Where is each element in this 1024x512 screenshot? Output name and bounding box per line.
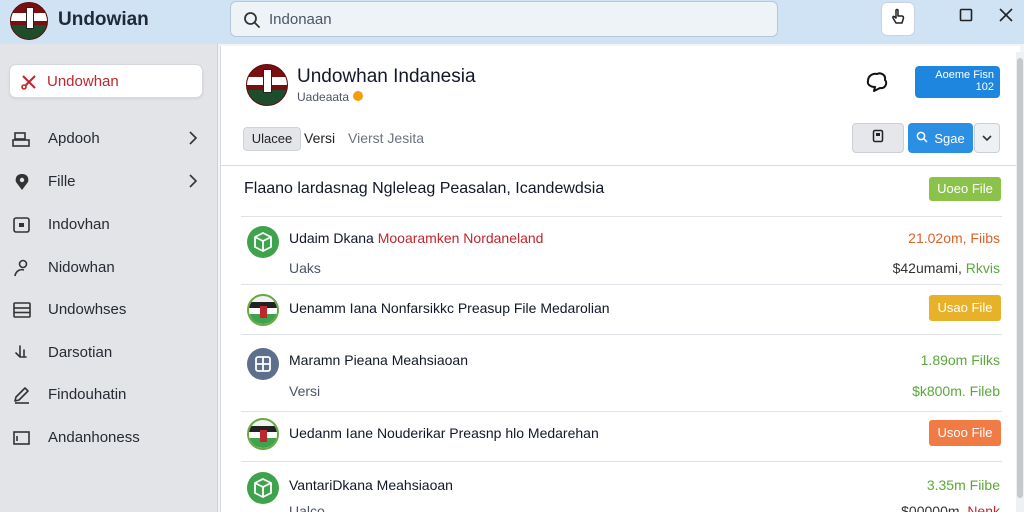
list-item-subtitle: Ualco [289,503,325,512]
tab-versi[interactable]: Versi [304,130,335,146]
list-item-badge[interactable]: Usoo File [929,420,1001,446]
list-item-title-highlight: Mooaramken Nordaneland [377,230,544,246]
grid-icon [247,348,279,380]
pointer-button[interactable] [881,2,915,36]
sidebar-item-apdooh[interactable]: Apdooh [0,122,218,156]
list-item-value: 3.35m Fiibe [926,477,1000,493]
map-pin-icon [12,173,32,196]
profile-logo-icon [246,64,288,106]
sidebar-item-indovhan[interactable]: Indovhan [0,208,218,242]
chevron-right-icon [188,174,198,193]
pointer-icon [889,8,907,31]
sidebar-item-label: Undowhan [47,73,119,90]
sidebar-item-label: Nidowhan [48,259,115,276]
edit-icon [12,386,32,409]
user-icon [12,259,32,282]
section-badge[interactable]: Uoeo File [929,177,1001,201]
section-title: Flaano lardasnag Ngleleag Peasalan, Ican… [244,180,605,197]
sidebar-item-active[interactable]: Undowhan [9,64,203,98]
close-button[interactable] [993,4,1019,30]
sidebar-item-label: Fille [48,173,76,190]
list-item-title[interactable]: Uenamm Iana Nonfarsikkc Preasup File Med… [289,300,610,316]
main-panel [220,46,1020,512]
primary-action-count: 102 [975,81,994,93]
search-icon [243,11,261,34]
action-button[interactable]: Sgae [908,123,973,153]
divider [241,334,1002,335]
flag-icon [247,418,279,450]
chat-button[interactable] [864,71,890,100]
primary-action-label: Aoeme Fisn [935,69,994,81]
tab-ulacee[interactable]: Ulacee [243,127,301,151]
sidebar-item-label: Indovhan [48,216,110,233]
divider [241,411,1002,412]
scrollbar-thumb[interactable] [1017,58,1023,498]
save-icon [872,129,884,148]
list-item-title[interactable]: Uedanm Iane Nouderikar Preasnp hlo Medar… [289,425,599,441]
hand-icon [12,344,32,367]
sidebar-item-andanhoness[interactable]: Andanhoness [0,421,218,455]
list-item-badge[interactable]: Usao File [929,295,1001,321]
list-item-title[interactable]: Udaim Dkana Mooaramken Nordaneland [289,230,543,246]
list-item-title-part: Udaim Dkana [289,230,378,246]
sidebar-item-undowhses[interactable]: Undowhses [0,293,218,327]
list-item-value: 21.02om, Fiibs [908,230,1000,246]
list-item-secondary-value: $k800m. Fileb [912,383,1000,399]
app-title: Undowian [58,9,149,30]
list-item-secondary-value: $42umami, Rkvis [893,260,1000,276]
image-icon [12,429,32,452]
list-item-subtitle: Uaks [289,260,321,276]
tab-vierst-jesita[interactable]: Vierst Jesita [348,130,424,146]
search-input[interactable] [269,8,759,30]
list-item-value: 1.89om Filks [920,352,1000,368]
divider [241,461,1002,462]
sidebar-item-fille[interactable]: Fille [0,165,218,199]
close-icon [999,7,1013,27]
sidebar-item-label: Andanhoness [48,429,140,446]
list-item-tag: Rkvis [965,260,1000,276]
square-icon [12,216,32,239]
chevron-down-icon [982,129,992,147]
restore-icon [959,8,973,27]
cube-icon [247,226,279,258]
save-button[interactable] [852,123,904,153]
sidebar-item-label: Undowhses [48,301,127,318]
page-title: Undowhan Indanesia [297,66,476,87]
list-icon [12,301,32,324]
sidebar-item-label: Apdooh [48,130,100,147]
sidebar-item-nidowhan[interactable]: Nidowhan [0,251,218,285]
action-button-label: Sgae [934,130,965,146]
divider [221,165,1016,166]
action-dropdown[interactable] [974,123,1000,153]
sidebar-item-findouhatin[interactable]: Findouhatin [0,378,218,412]
page-subtitle: Uadeaata [297,90,350,104]
sidebar-item-label: Darsotian [48,344,113,361]
list-item-title[interactable]: Maramn Pieana Meahsiaoan [289,352,468,368]
sidebar-item-darsotian[interactable]: Darsotian [0,336,218,370]
flag-icon [247,294,279,326]
list-item-tag: Nenk [967,503,1000,512]
divider [241,216,1002,217]
chevron-right-icon [188,131,198,150]
divider [241,284,1002,285]
scissors-icon [20,73,38,96]
list-item-title[interactable]: VantariDkana Meahsiaoan [289,477,453,493]
restore-button[interactable] [953,4,979,30]
app-logo-icon [10,2,48,40]
list-item-secondary-value: $00000m, Nenk [901,503,1000,512]
sidebar-item-label: Findouhatin [48,386,127,403]
list-item-amount: $00000m, [901,503,968,512]
list-item-subtitle: Versi [289,383,321,399]
list-item-amount: $42umami, [892,260,966,276]
cube-icon [247,472,279,504]
chat-icon [864,72,890,99]
layers-icon [12,130,32,153]
primary-action-button[interactable]: Aoeme Fisn 102 [915,66,1000,98]
status-dot [353,91,363,101]
search-box[interactable] [230,1,778,37]
search-icon [916,131,928,146]
